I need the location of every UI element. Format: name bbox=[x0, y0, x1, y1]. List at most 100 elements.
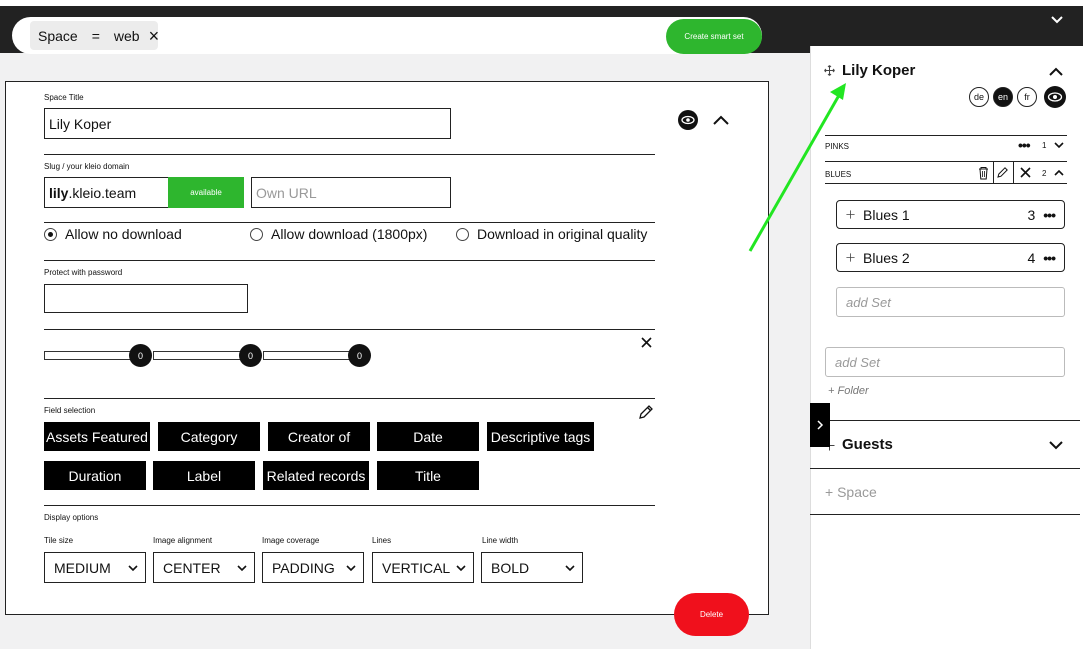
language-en[interactable]: en bbox=[993, 87, 1013, 107]
divider bbox=[44, 329, 655, 330]
drag-handle-icon[interactable] bbox=[824, 65, 835, 76]
field-creator-of[interactable]: Creator of bbox=[268, 422, 370, 451]
lines-select[interactable]: VERTICAL bbox=[372, 552, 474, 583]
image-alignment-label: Image alignment bbox=[153, 536, 213, 545]
eye-icon[interactable] bbox=[1043, 85, 1067, 109]
more-icon[interactable]: ••• bbox=[1043, 207, 1056, 223]
select-value: CENTER bbox=[163, 559, 221, 576]
image-alignment-select[interactable]: CENTER bbox=[153, 552, 255, 583]
slider-track[interactable] bbox=[263, 351, 361, 360]
own-url-input[interactable]: Own URL bbox=[251, 177, 451, 208]
delete-button[interactable]: Delete bbox=[674, 593, 749, 636]
display-options-label: Display options bbox=[44, 513, 99, 522]
divider bbox=[825, 183, 1067, 184]
more-icon[interactable]: ••• bbox=[1018, 137, 1031, 153]
set-item[interactable]: Blues 2 4 ••• bbox=[836, 243, 1065, 272]
space-title-input[interactable]: Lily Koper bbox=[44, 108, 451, 139]
pencil-icon[interactable] bbox=[637, 403, 655, 421]
create-smart-set-button[interactable]: Create smart set bbox=[666, 19, 762, 54]
add-set-input[interactable]: add Set bbox=[825, 347, 1065, 377]
password-label: Protect with password bbox=[44, 268, 123, 277]
radio-allow-download[interactable]: Allow download (1800px) bbox=[250, 226, 427, 242]
chevron-down-icon bbox=[346, 564, 356, 571]
chevron-down-icon[interactable] bbox=[1047, 438, 1065, 452]
radio-selected-icon bbox=[44, 227, 57, 241]
tile-size-select[interactable]: MEDIUM bbox=[44, 552, 146, 583]
image-coverage-label: Image coverage bbox=[262, 536, 320, 545]
slug-label: Slug / your kleio domain bbox=[44, 162, 130, 171]
pencil-icon[interactable] bbox=[996, 166, 1009, 179]
slug-status-badge: available bbox=[168, 177, 244, 208]
set-item[interactable]: Blues 1 3 ••• bbox=[836, 200, 1065, 229]
chevron-up-icon[interactable] bbox=[1047, 64, 1065, 78]
close-icon[interactable] bbox=[640, 336, 653, 349]
add-folder-link[interactable]: + Folder bbox=[828, 385, 869, 397]
set-count: 3 bbox=[1027, 206, 1036, 223]
chevron-up-icon[interactable] bbox=[711, 112, 731, 128]
chevron-down-icon[interactable] bbox=[1048, 12, 1066, 28]
divider bbox=[810, 468, 1080, 469]
set-name: Blues 1 bbox=[863, 206, 910, 223]
panel-toggle[interactable] bbox=[810, 403, 830, 447]
field-descriptive-tags[interactable]: Descriptive tags bbox=[487, 422, 594, 451]
tile-size-label: Tile size bbox=[44, 536, 74, 545]
chevron-up-icon[interactable] bbox=[1053, 168, 1065, 177]
language-fr[interactable]: fr bbox=[1017, 87, 1037, 107]
set-count: 4 bbox=[1027, 249, 1036, 266]
line-width-label: Line width bbox=[482, 536, 519, 545]
folder-count: 2 bbox=[1042, 169, 1047, 178]
set-name: Blues 2 bbox=[863, 249, 910, 266]
field-label[interactable]: Label bbox=[153, 461, 255, 490]
filter-chip[interactable]: Space = web × bbox=[30, 21, 160, 50]
radio-empty-icon bbox=[250, 227, 263, 241]
divider bbox=[825, 161, 1067, 162]
radio-label: Allow no download bbox=[65, 226, 182, 242]
add-set-input[interactable]: add Set bbox=[836, 287, 1065, 317]
guests-heading[interactable]: Guests bbox=[842, 436, 893, 453]
divider bbox=[44, 260, 655, 261]
folder-count: 1 bbox=[1042, 141, 1047, 150]
field-selection-label: Field selection bbox=[44, 406, 96, 415]
slider-knob[interactable]: 0 bbox=[348, 344, 371, 367]
select-value: MEDIUM bbox=[54, 559, 111, 576]
radio-label: Download in original quality bbox=[477, 226, 648, 242]
divider bbox=[810, 420, 1080, 421]
password-input[interactable] bbox=[44, 284, 248, 313]
chip-remove-icon[interactable]: × bbox=[149, 27, 160, 45]
line-width-select[interactable]: BOLD bbox=[481, 552, 583, 583]
chevron-down-icon bbox=[128, 564, 138, 571]
space-name[interactable]: Lily Koper bbox=[842, 62, 915, 79]
add-space-link[interactable]: + Space bbox=[825, 484, 877, 500]
select-value: VERTICAL bbox=[382, 559, 451, 576]
field-category[interactable]: Category bbox=[158, 422, 260, 451]
divider bbox=[1013, 162, 1014, 183]
divider bbox=[44, 154, 655, 155]
space-title-label: Space Title bbox=[44, 93, 84, 102]
image-coverage-select[interactable]: PADDING bbox=[262, 552, 364, 583]
trash-icon[interactable] bbox=[977, 166, 990, 180]
more-icon[interactable]: ••• bbox=[1043, 250, 1056, 266]
divider bbox=[44, 222, 655, 223]
chip-value: web bbox=[113, 27, 140, 44]
field-related-records[interactable]: Related records bbox=[263, 461, 369, 490]
radio-no-download[interactable]: Allow no download bbox=[44, 226, 182, 242]
eye-icon[interactable] bbox=[677, 110, 699, 130]
field-duration[interactable]: Duration bbox=[44, 461, 146, 490]
divider bbox=[810, 514, 1080, 515]
field-title[interactable]: Title bbox=[377, 461, 479, 490]
divider bbox=[44, 398, 655, 399]
slider-track[interactable] bbox=[153, 351, 251, 360]
radio-original-quality[interactable]: Download in original quality bbox=[456, 226, 647, 242]
divider bbox=[993, 162, 994, 183]
slider-knob[interactable]: 0 bbox=[129, 344, 152, 367]
field-assets-featured[interactable]: Assets Featured bbox=[44, 422, 150, 451]
slug-domain: .kleio.team bbox=[68, 184, 137, 201]
slider-knob[interactable]: 0 bbox=[239, 344, 262, 367]
chevron-down-icon[interactable] bbox=[1053, 141, 1065, 150]
radio-empty-icon bbox=[456, 227, 469, 241]
field-date[interactable]: Date bbox=[377, 422, 479, 451]
language-de[interactable]: de bbox=[969, 87, 989, 107]
radio-label: Allow download (1800px) bbox=[271, 226, 428, 242]
slider-track[interactable] bbox=[44, 351, 142, 360]
close-icon[interactable] bbox=[1019, 166, 1032, 179]
